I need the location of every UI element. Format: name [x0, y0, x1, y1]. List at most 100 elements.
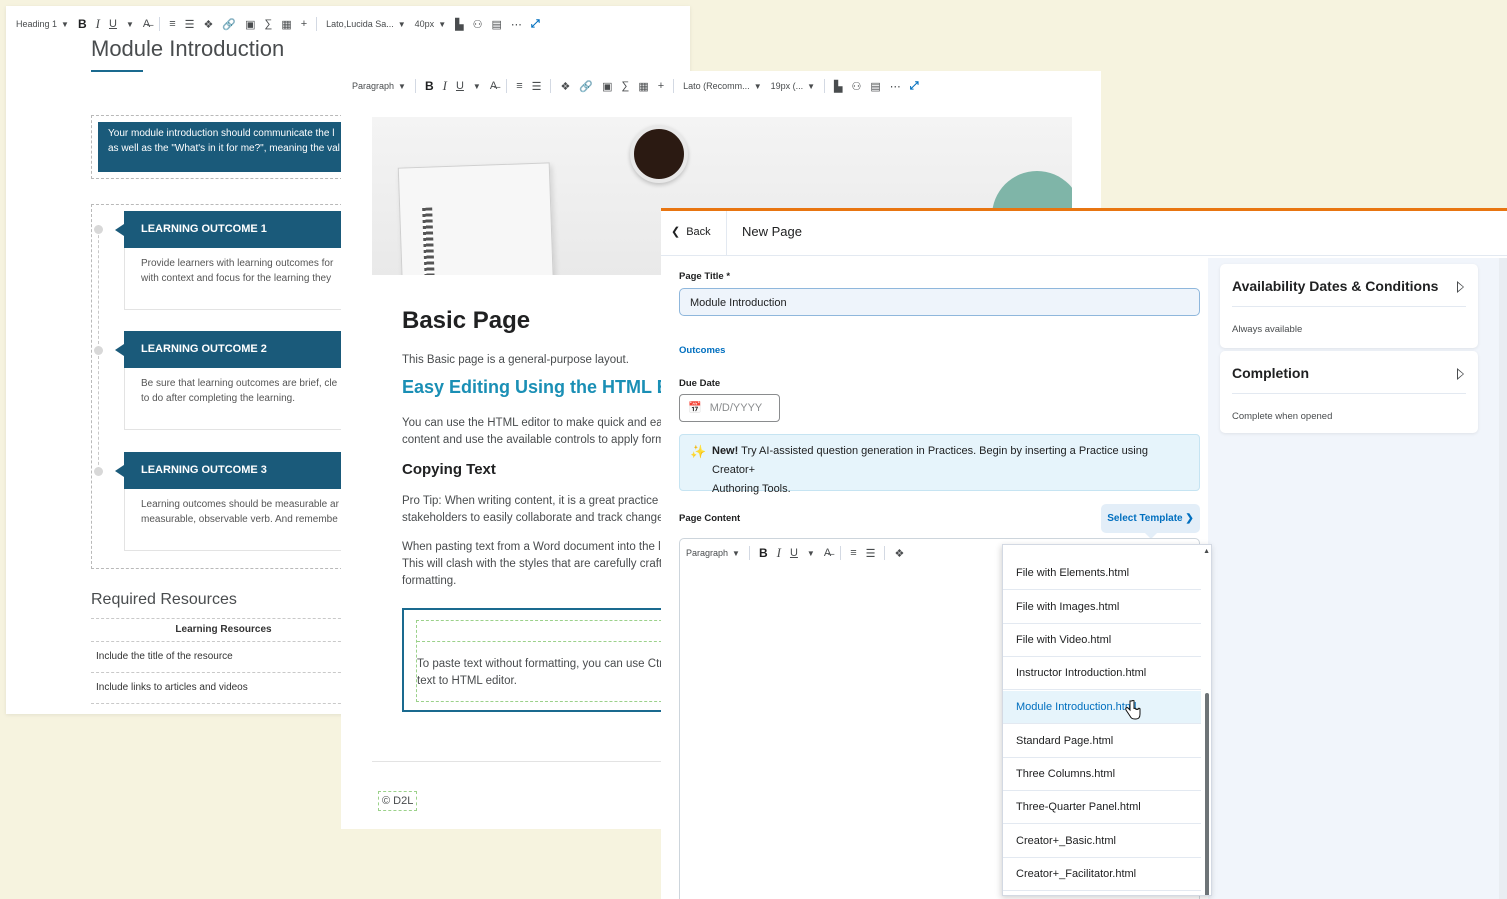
- font-size-select[interactable]: 40px ▼: [415, 19, 446, 29]
- align-icon[interactable]: ≡: [850, 547, 856, 559]
- strikethrough-icon[interactable]: A̶: [143, 18, 150, 30]
- template-option[interactable]: File with Images.html: [1003, 591, 1201, 624]
- bold-button[interactable]: B: [425, 79, 434, 93]
- outcome-text: to do after completing the learning.: [141, 393, 295, 404]
- block-format-select[interactable]: Heading 1 ▼: [16, 19, 69, 29]
- table-icon[interactable]: ▦: [638, 80, 648, 93]
- scroll-up-icon[interactable]: ▲: [1203, 548, 1210, 555]
- template-option[interactable]: File with Elements.html: [1003, 557, 1201, 590]
- plus-icon[interactable]: +: [301, 18, 307, 30]
- template-option[interactable]: Creator+_Basic.html: [1003, 825, 1201, 858]
- font-size-select[interactable]: 19px (... ▼: [771, 81, 815, 91]
- expand-icon[interactable]: [1457, 368, 1464, 380]
- outcomes-link[interactable]: Outcomes: [679, 345, 725, 356]
- select-template-button[interactable]: Select Template ❯: [1101, 504, 1200, 539]
- template-option[interactable]: Three-Quarter Panel.html: [1003, 791, 1201, 824]
- equation-icon[interactable]: ∑: [264, 18, 272, 30]
- editor-toolbar: Paragraph ▼ B I U ▼ A̶ ≡ ☰ ❖: [686, 545, 904, 561]
- fullscreen-icon[interactable]: ⤢: [910, 80, 919, 93]
- chevron-down-icon[interactable]: ▼: [126, 20, 134, 29]
- template-option[interactable]: Standard Page.html: [1003, 725, 1201, 758]
- alert-text: Authoring Tools.: [712, 483, 791, 495]
- font-family-select[interactable]: Lato (Recomm... ▼: [683, 81, 761, 91]
- outcome-body: Learning outcomes should be measurable a…: [124, 489, 352, 551]
- more-icon[interactable]: ⋯: [890, 80, 901, 93]
- outcome-text: Be sure that learning outcomes are brief…: [141, 378, 338, 389]
- strikethrough-icon[interactable]: A̶: [824, 547, 831, 559]
- accessibility-icon[interactable]: ⚇: [852, 80, 862, 93]
- list-icon[interactable]: ☰: [532, 80, 542, 93]
- template-option[interactable]: File with Video.html: [1003, 624, 1201, 657]
- availability-card[interactable]: Availability Dates & Conditions Always a…: [1220, 264, 1478, 348]
- page-title-input[interactable]: Module Introduction: [679, 288, 1200, 316]
- bold-button[interactable]: B: [759, 546, 768, 560]
- insert-stuff-icon[interactable]: ❖: [894, 547, 904, 560]
- block-format-value: Heading 1: [16, 19, 58, 29]
- accessibility-icon[interactable]: ⚇: [473, 18, 483, 31]
- insert-stuff-icon[interactable]: ❖: [204, 18, 214, 31]
- plus-icon[interactable]: +: [658, 80, 664, 92]
- chevron-left-icon: ❮: [671, 226, 681, 238]
- more-icon[interactable]: ⋯: [511, 18, 522, 31]
- table-icon[interactable]: ▦: [281, 18, 291, 31]
- fullscreen-icon[interactable]: ⤢: [531, 18, 540, 31]
- preview-icon[interactable]: ▤: [491, 18, 501, 31]
- tip-line: To paste text without formatting, you ca…: [417, 658, 664, 670]
- font-family-select[interactable]: Lato,Lucida Sa... ▼: [326, 19, 405, 29]
- template-option-selected[interactable]: Module Introduction.html: [1003, 691, 1201, 724]
- divider: [159, 17, 161, 31]
- underline-button[interactable]: U: [456, 80, 464, 92]
- card-subtitle: Complete when opened: [1232, 411, 1333, 422]
- page-scrollbar[interactable]: [1499, 258, 1507, 899]
- strikethrough-icon[interactable]: A̶: [490, 80, 497, 92]
- outcome-body: Be sure that learning outcomes are brief…: [124, 368, 352, 430]
- format-painter-icon[interactable]: ▙: [455, 18, 463, 31]
- format-painter-icon[interactable]: ▙: [834, 80, 842, 93]
- title-underline: [91, 70, 143, 72]
- align-icon[interactable]: ≡: [169, 18, 175, 30]
- italic-button[interactable]: I: [443, 78, 447, 94]
- link-icon[interactable]: 🔗: [222, 18, 236, 31]
- template-option[interactable]: Instructor Introduction.html: [1003, 657, 1201, 690]
- list-icon[interactable]: ☰: [866, 547, 876, 560]
- due-date-input[interactable]: 📅 M/D/YYYY: [679, 394, 780, 422]
- font-family-value: Lato,Lucida Sa...: [326, 19, 394, 29]
- preview-icon[interactable]: ▤: [870, 80, 880, 93]
- font-family-value: Lato (Recomm...: [683, 81, 750, 91]
- table-row: Include the title of the resource: [91, 642, 351, 673]
- divider: [550, 79, 552, 93]
- template-option[interactable]: Three Columns.html: [1003, 758, 1201, 791]
- sparkle-icon: ✨: [690, 444, 707, 459]
- divider: [1232, 306, 1466, 307]
- page-content-label: Page Content: [679, 513, 741, 524]
- callout-line: as well as the "What's in it for me?", m…: [108, 143, 340, 154]
- back-button[interactable]: ❮ Back: [671, 225, 711, 239]
- align-icon[interactable]: ≡: [516, 80, 522, 92]
- block-format-select[interactable]: Paragraph ▼: [352, 81, 406, 91]
- right-panel: Availability Dates & Conditions Always a…: [1208, 258, 1507, 899]
- block-format-value: Paragraph: [686, 548, 729, 558]
- equation-icon[interactable]: ∑: [621, 80, 629, 92]
- template-option[interactable]: Creator+_Facilitator.html: [1003, 858, 1201, 891]
- underline-button[interactable]: U: [790, 547, 798, 559]
- card-title: Availability Dates & Conditions: [1232, 278, 1439, 294]
- chevron-down-icon[interactable]: ▼: [473, 82, 481, 91]
- image-icon[interactable]: ▣: [245, 18, 255, 31]
- italic-button[interactable]: I: [96, 16, 100, 32]
- completion-card[interactable]: Completion Complete when opened: [1220, 351, 1478, 433]
- dropdown-scrollbar[interactable]: [1205, 693, 1209, 895]
- list-icon[interactable]: ☰: [185, 18, 195, 31]
- paragraph-line: content and use the available controls t…: [402, 434, 665, 446]
- image-icon[interactable]: ▣: [602, 80, 612, 93]
- divider: [726, 211, 727, 255]
- bold-button[interactable]: B: [78, 17, 87, 31]
- underline-button[interactable]: U: [109, 18, 117, 30]
- italic-button[interactable]: I: [777, 545, 781, 561]
- callout-box: Your module introduction should communic…: [98, 122, 352, 172]
- expand-icon[interactable]: [1457, 281, 1464, 293]
- chevron-down-icon[interactable]: ▼: [807, 549, 815, 558]
- block-format-select[interactable]: Paragraph ▼: [686, 548, 740, 558]
- editor-toolbar: Heading 1 ▼ B I U ▼ A̶ ≡ ☰ ❖ 🔗 ▣ ∑ ▦ + Lat…: [16, 12, 540, 36]
- link-icon[interactable]: 🔗: [579, 80, 593, 93]
- insert-stuff-icon[interactable]: ❖: [560, 80, 570, 93]
